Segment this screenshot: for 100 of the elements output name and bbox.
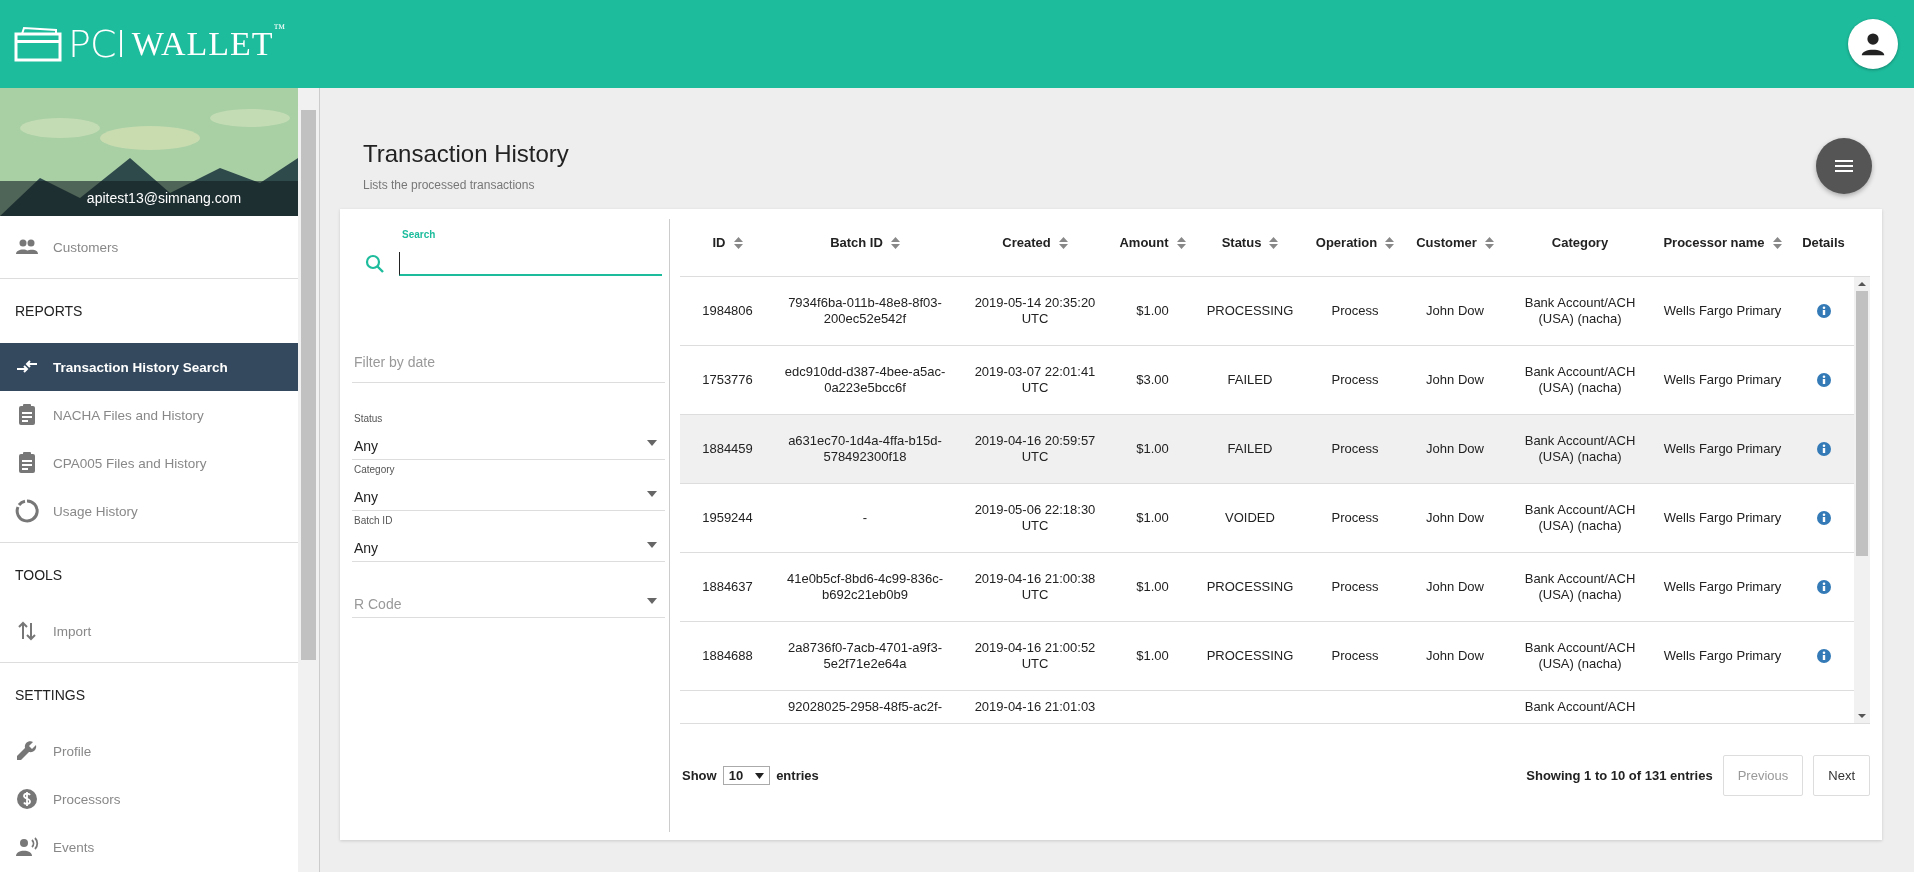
table-row[interactable]: 1984806 7934f6ba-011b-48e8-8f03-200ec52e542f 2019-05-14 20:35:20 UTC $1.00 PROCESSING Process John Dow Bank Account/ACH (USA) (nacha) Wells Fargo Primary xyxy=(680,277,1854,346)
column-header: Category xyxy=(1551,235,1609,250)
user-email: apitest13@simnang.com xyxy=(0,181,298,216)
sort-icon[interactable] xyxy=(1385,236,1395,249)
info-icon[interactable] xyxy=(1816,442,1831,456)
show-label: Show xyxy=(682,768,717,783)
page-size-select[interactable]: 10 xyxy=(722,766,771,785)
table-cell: Wells Fargo Primary xyxy=(1663,303,1782,319)
column-header[interactable]: ID xyxy=(712,235,726,250)
info-icon[interactable] xyxy=(1816,511,1831,525)
table-cell: John Dow xyxy=(1426,648,1484,664)
sort-icon[interactable] xyxy=(1484,236,1494,249)
table-cell-text: Bank Account/ACH (USA) (nacha) xyxy=(1523,295,1637,327)
table-cell: PROCESSING xyxy=(1206,579,1294,595)
table-cell: John Dow xyxy=(1426,303,1484,319)
table-cell: VOIDED xyxy=(1225,510,1275,526)
sidebar-item[interactable]: Usage History xyxy=(0,487,298,535)
caret-icon xyxy=(755,772,765,779)
table-cell: Wells Fargo Primary xyxy=(1663,441,1782,457)
sidebar-item[interactable]: CPA005 Files and History xyxy=(0,439,298,487)
caret-icon xyxy=(647,491,657,497)
table-cell-text: 2019-04-16 21:00:52 UTC xyxy=(973,640,1097,672)
scrollbar[interactable] xyxy=(298,88,319,872)
sidebar-item[interactable]: NACHA Files and History xyxy=(0,391,298,439)
sidebar-item[interactable]: Events xyxy=(0,823,298,871)
dropdown[interactable]: Batch ID Any xyxy=(352,511,665,562)
table-cell-text: 2019-04-16 21:00:38 UTC xyxy=(973,571,1097,603)
table-cell: 2019-04-16 21:01:03 xyxy=(974,699,1096,715)
table-cell: $1.00 xyxy=(1136,579,1169,595)
table-row[interactable]: 1884688 2a8736f0-7acb-4701-a9f3-5e2f71e2e64a 2019-04-16 21:00:52 UTC $1.00 PROCESSING Process John Dow Bank Account/ACH (USA) (nacha) Wells Fargo Primary xyxy=(680,622,1854,691)
account-button[interactable] xyxy=(1848,19,1898,69)
table-cell-text: Bank Account/ACH (USA) (nacha) xyxy=(1523,433,1637,465)
table-row[interactable]: 1884459 a631ec70-1d4a-4ffa-b15d-578492300f18 2019-04-16 20:59:57 UTC $1.00 FAILED Process John Dow Bank Account/ACH (USA) (nacha) Wells Fargo Primary xyxy=(680,415,1854,484)
table-cell: John Dow xyxy=(1426,510,1484,526)
menu-icon xyxy=(1835,159,1853,173)
sort-icon[interactable] xyxy=(1058,236,1068,249)
table-row[interactable]: 1959244 - 2019-05-06 22:18:30 UTC $1.00 VOIDED Process John Dow Bank Account/ACH (USA) (nacha) Wells Fargo Primary xyxy=(680,484,1854,553)
menu-button[interactable] xyxy=(1816,138,1872,194)
table-cell: Process xyxy=(1331,441,1379,457)
column-header[interactable]: Customer xyxy=(1416,235,1477,250)
sidebar-item[interactable]: Transaction History Search xyxy=(0,343,298,391)
table-cell: Process xyxy=(1331,303,1379,319)
info-icon[interactable] xyxy=(1816,580,1831,594)
info-icon[interactable] xyxy=(1816,373,1831,387)
table-cell: FAILED xyxy=(1227,441,1273,457)
brand-name: PCI xyxy=(68,22,126,66)
sidebar-item[interactable]: Import xyxy=(0,607,298,655)
table-cell: 92028025-2958-48f5-ac2f- xyxy=(788,699,942,715)
section-heading: REPORTS xyxy=(14,302,84,321)
caret-icon xyxy=(647,598,657,604)
sort-icon[interactable] xyxy=(890,236,900,249)
dropdown[interactable]: Category Any xyxy=(352,460,665,511)
column-header[interactable]: Batch ID xyxy=(830,235,883,250)
table-cell-text: 2019-04-16 20:59:57 UTC xyxy=(973,433,1097,465)
card-icon xyxy=(14,26,62,62)
column-header[interactable]: Operation xyxy=(1315,235,1378,250)
sort-icon[interactable] xyxy=(1269,236,1279,249)
sort-icon[interactable] xyxy=(733,236,743,249)
info-icon[interactable] xyxy=(1816,649,1831,663)
sidebar-item[interactable]: Processors xyxy=(0,775,298,823)
table-cell: $3.00 xyxy=(1136,372,1169,388)
entries-summary: Showing 1 to 10 of 131 entries xyxy=(1526,768,1713,783)
table-cell: Wells Fargo Primary xyxy=(1663,579,1782,595)
sort-icon[interactable] xyxy=(1176,236,1186,249)
column-header[interactable]: Processor name xyxy=(1663,235,1765,250)
dropdown[interactable]: Status Any xyxy=(352,409,665,460)
ring-icon xyxy=(15,499,39,523)
table-cell-text: Bank Account/ACH (USA) (nacha) xyxy=(1523,571,1637,603)
sidebar-item[interactable]: Customers xyxy=(0,223,298,271)
entries-label: entries xyxy=(776,768,819,783)
table-cell: FAILED xyxy=(1227,372,1273,388)
table-cell-text: 2a8736f0-7acb-4701-a9f3-5e2f71e2e64a xyxy=(787,640,943,672)
table-cell: $1.00 xyxy=(1136,510,1169,526)
table-row[interactable]: 1884637 41e0b5cf-8bd6-4c99-836c-b692c21eb0b9 2019-04-16 21:00:38 UTC $1.00 PROCESSING Process John Dow Bank Account/ACH (USA) (nacha) Wells Fargo Primary xyxy=(680,553,1854,622)
dollar-icon xyxy=(15,787,39,811)
column-header[interactable]: Created xyxy=(1002,235,1051,250)
section-heading: SETTINGS xyxy=(14,686,86,705)
column-header[interactable]: Status xyxy=(1221,235,1262,250)
table-cell: Wells Fargo Primary xyxy=(1663,372,1782,388)
sort-icon[interactable] xyxy=(1772,236,1782,249)
page-title: Transaction History xyxy=(363,140,569,168)
table-cell-text: Bank Account/ACH (USA) (nacha) xyxy=(1523,364,1637,396)
table-cell-text: 41e0b5cf-8bd6-4c99-836c-b692c21eb0b9 xyxy=(785,571,945,603)
table-cell: Wells Fargo Primary xyxy=(1663,510,1782,526)
page-subtitle: Lists the processed transactions xyxy=(363,178,536,192)
table-cell-text: edc910dd-d387-4bee-a5ac-0a223e5bcc6f xyxy=(783,364,947,396)
table-cell: 1984806 xyxy=(702,303,753,319)
table-cell-text: 2019-05-06 22:18:30 UTC xyxy=(973,502,1097,534)
caret-icon xyxy=(647,542,657,548)
brand-name-suffix: WALLET$^{™}$ xyxy=(131,25,287,63)
table-cell-text: 2019-05-14 20:35:20 UTC xyxy=(973,295,1097,327)
sidebar-item[interactable]: Profile xyxy=(0,727,298,775)
table-cell: 1884688 xyxy=(702,648,753,664)
page-button[interactable]: Next xyxy=(1813,755,1870,796)
column-header[interactable]: Amount xyxy=(1119,235,1169,250)
table-cell: 1753776 xyxy=(702,372,753,388)
table-cell: Bank Account/ACH xyxy=(1524,699,1636,715)
column-header: Details xyxy=(1802,235,1845,250)
scrollbar[interactable] xyxy=(1854,277,1870,723)
info-icon[interactable] xyxy=(1816,304,1831,318)
